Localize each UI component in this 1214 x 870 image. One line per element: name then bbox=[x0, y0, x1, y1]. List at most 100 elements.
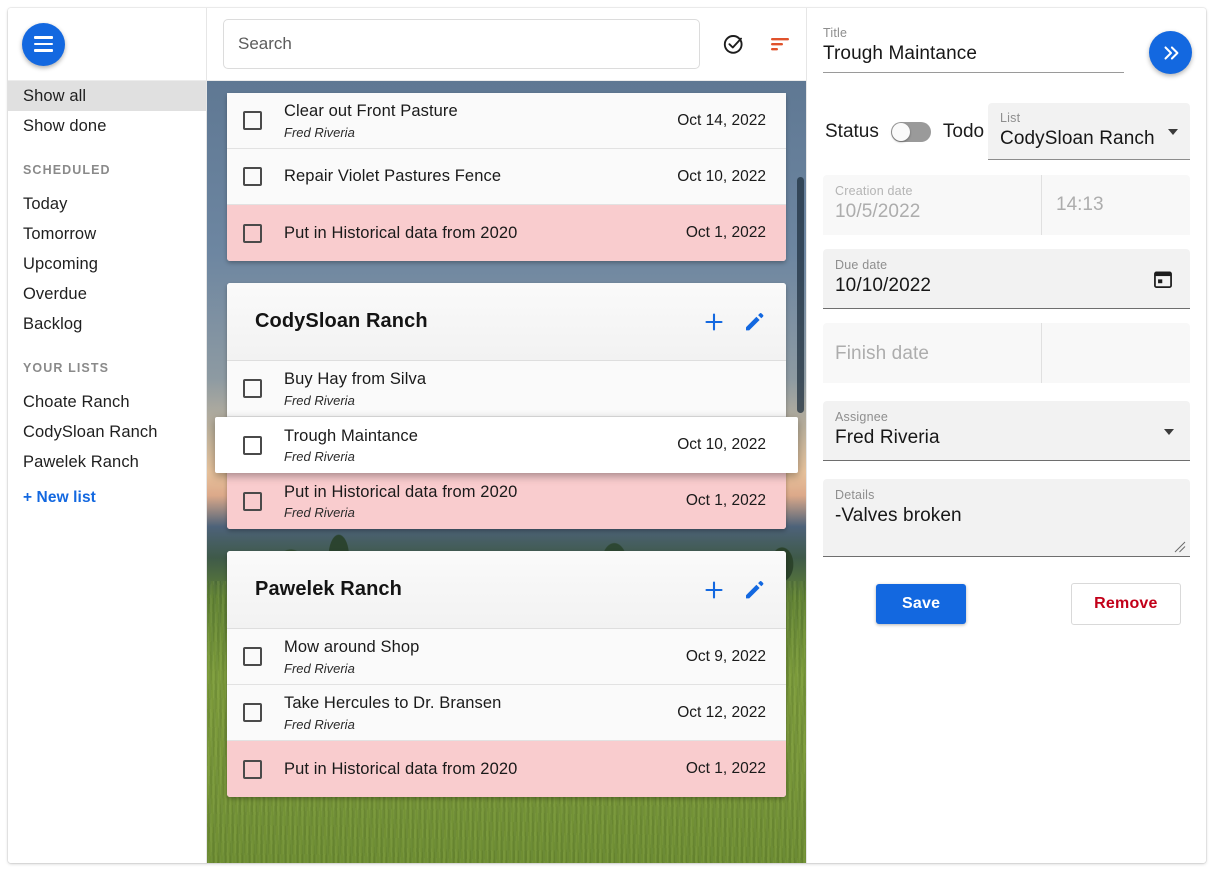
details-value: -Valves broken bbox=[835, 505, 1178, 527]
spacer bbox=[8, 339, 206, 361]
finish-date-field[interactable]: Finish date bbox=[823, 323, 1190, 383]
task-checkbox[interactable] bbox=[243, 703, 262, 722]
sidebar-item-today[interactable]: Today bbox=[8, 189, 206, 219]
search-box[interactable] bbox=[223, 19, 700, 69]
task-checkbox[interactable] bbox=[243, 760, 262, 779]
sidebar: Show all Show done SCHEDULED Today Tomor… bbox=[8, 8, 207, 863]
pencil-icon[interactable] bbox=[742, 310, 766, 334]
task-due-date: Oct 12, 2022 bbox=[677, 704, 766, 722]
hamburger-menu-icon[interactable] bbox=[22, 23, 65, 66]
finish-date-label: Finish date bbox=[835, 343, 1027, 365]
sidebar-section-your-lists: YOUR LISTS bbox=[8, 361, 206, 375]
task-main: Repair Violet Pastures Fence bbox=[284, 166, 661, 187]
toggle-knob bbox=[892, 123, 910, 141]
creation-date-left: Creation date 10/5/2022 bbox=[823, 175, 1041, 235]
status-label: Status bbox=[825, 121, 879, 143]
task-main: Mow around Shop Fred Riveria bbox=[284, 637, 670, 676]
task-group-title: Pawelek Ranch bbox=[255, 578, 686, 601]
status-row: Status Todo List CodySloan Ranch bbox=[823, 103, 1190, 161]
task-group-card: CodySloan Ranch Buy Hay from Silva bbox=[227, 283, 786, 529]
sidebar-item-label: Pawelek Ranch bbox=[23, 453, 139, 472]
task-checkbox[interactable] bbox=[243, 436, 262, 455]
task-assignee: Fred Riveria bbox=[284, 717, 661, 732]
task-main: Trough Maintance Fred Riveria bbox=[284, 426, 661, 465]
save-button[interactable]: Save bbox=[876, 584, 966, 624]
sidebar-item-overdue[interactable]: Overdue bbox=[8, 279, 206, 309]
task-main: Take Hercules to Dr. Bransen Fred Riveri… bbox=[284, 693, 661, 732]
task-title: Trough Maintance bbox=[284, 426, 661, 447]
due-date-value: 10/10/2022 bbox=[835, 275, 1176, 297]
remove-button[interactable]: Remove bbox=[1071, 583, 1180, 625]
task-assignee: Fred Riveria bbox=[284, 661, 670, 676]
title-label: Title bbox=[823, 26, 1124, 40]
task-list-scroller[interactable]: Clear out Front Pasture Fred Riveria Oct… bbox=[207, 81, 806, 863]
due-date-label: Due date bbox=[835, 258, 1176, 272]
plus-icon[interactable] bbox=[702, 578, 726, 602]
app-window: Show all Show done SCHEDULED Today Tomor… bbox=[8, 8, 1206, 863]
task-checkbox[interactable] bbox=[243, 647, 262, 666]
task-assignee: Fred Riveria bbox=[284, 449, 661, 464]
task-assignee: Fred Riveria bbox=[284, 505, 670, 520]
sidebar-item-show-done[interactable]: Show done bbox=[8, 111, 206, 141]
toolbar-icons bbox=[722, 32, 792, 56]
table-row[interactable]: Mow around Shop Fred Riveria Oct 9, 2022 bbox=[227, 629, 786, 685]
task-title: Repair Violet Pastures Fence bbox=[284, 166, 661, 187]
sort-filter-icon[interactable] bbox=[768, 32, 792, 56]
plus-icon[interactable] bbox=[702, 310, 726, 334]
task-main: Buy Hay from Silva Fred Riveria bbox=[284, 369, 750, 408]
pencil-icon[interactable] bbox=[742, 578, 766, 602]
list-select[interactable]: List CodySloan Ranch bbox=[988, 103, 1190, 160]
vertical-scrollbar[interactable] bbox=[797, 177, 804, 413]
sidebar-item-choate-ranch[interactable]: Choate Ranch bbox=[8, 387, 206, 417]
spacer bbox=[8, 141, 206, 163]
table-row-selected[interactable]: Trough Maintance Fred Riveria Oct 10, 20… bbox=[215, 417, 798, 473]
task-group-card: Pawelek Ranch Mow around Shop bbox=[227, 551, 786, 797]
title-field[interactable]: Title Trough Maintance bbox=[823, 24, 1124, 73]
table-row[interactable]: Buy Hay from Silva Fred Riveria bbox=[227, 361, 786, 417]
task-checkbox[interactable] bbox=[243, 492, 262, 511]
sidebar-item-tomorrow[interactable]: Tomorrow bbox=[8, 219, 206, 249]
finish-time-right bbox=[1041, 323, 1190, 383]
task-checkbox[interactable] bbox=[243, 224, 262, 243]
table-row[interactable]: Put in Historical data from 2020 Fred Ri… bbox=[227, 473, 786, 529]
chevron-double-right-icon[interactable] bbox=[1149, 31, 1192, 74]
details-field[interactable]: Details -Valves broken bbox=[823, 479, 1190, 557]
resize-grip-icon[interactable] bbox=[1174, 541, 1186, 553]
creation-date-label: Creation date bbox=[835, 184, 1027, 198]
table-row[interactable]: Put in Historical data from 2020 Oct 1, … bbox=[227, 741, 786, 797]
sidebar-item-show-all[interactable]: Show all bbox=[8, 81, 206, 111]
menu-bar-2 bbox=[34, 43, 53, 46]
creation-date-field: Creation date 10/5/2022 14:13 bbox=[823, 175, 1190, 235]
assignee-select[interactable]: Assignee Fred Riveria bbox=[823, 401, 1190, 461]
menu-bar-1 bbox=[34, 36, 53, 39]
sidebar-item-label: Tomorrow bbox=[23, 225, 96, 244]
due-date-left: Due date 10/10/2022 bbox=[823, 249, 1190, 308]
due-date-field[interactable]: Due date 10/10/2022 bbox=[823, 249, 1190, 309]
check-circle-icon[interactable] bbox=[722, 32, 746, 56]
sidebar-item-backlog[interactable]: Backlog bbox=[8, 309, 206, 339]
task-checkbox[interactable] bbox=[243, 167, 262, 186]
task-title: Mow around Shop bbox=[284, 637, 670, 658]
sidebar-header bbox=[8, 8, 206, 81]
creation-date-value: 10/5/2022 bbox=[835, 201, 1027, 223]
sidebar-item-codysloan-ranch[interactable]: CodySloan Ranch bbox=[8, 417, 206, 447]
detail-actions: Save Remove bbox=[823, 583, 1190, 625]
search-input[interactable] bbox=[238, 34, 685, 54]
status-toggle[interactable] bbox=[891, 122, 931, 142]
sidebar-item-label: CodySloan Ranch bbox=[23, 423, 158, 442]
new-list-button[interactable]: + New list bbox=[8, 489, 206, 507]
task-title: Take Hercules to Dr. Bransen bbox=[284, 693, 661, 714]
sidebar-nav: Show all Show done SCHEDULED Today Tomor… bbox=[8, 81, 206, 507]
table-row[interactable]: Clear out Front Pasture Fred Riveria Oct… bbox=[227, 93, 786, 149]
sidebar-item-label: Show all bbox=[23, 87, 86, 106]
task-due-date: Oct 10, 2022 bbox=[677, 436, 766, 454]
sidebar-item-pawelek-ranch[interactable]: Pawelek Ranch bbox=[8, 447, 206, 477]
calendar-icon[interactable] bbox=[1152, 268, 1174, 290]
task-checkbox[interactable] bbox=[243, 379, 262, 398]
task-checkbox[interactable] bbox=[243, 111, 262, 130]
table-row[interactable]: Put in Historical data from 2020 Oct 1, … bbox=[227, 205, 786, 261]
sidebar-item-upcoming[interactable]: Upcoming bbox=[8, 249, 206, 279]
table-row[interactable]: Repair Violet Pastures Fence Oct 10, 202… bbox=[227, 149, 786, 205]
table-row[interactable]: Take Hercules to Dr. Bransen Fred Riveri… bbox=[227, 685, 786, 741]
task-group-card: Clear out Front Pasture Fred Riveria Oct… bbox=[227, 93, 786, 261]
